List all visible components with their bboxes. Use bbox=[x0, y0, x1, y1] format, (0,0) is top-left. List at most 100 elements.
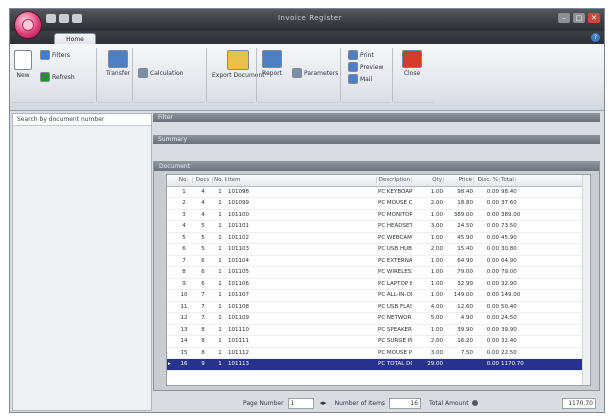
close-button[interactable]: Close bbox=[402, 50, 422, 77]
transfer-icon bbox=[108, 50, 129, 68]
table-cell: PC MOUSE PAD ERGONOMIC bbox=[378, 349, 412, 356]
page-nav-arrows-icon[interactable]: ◂▸ bbox=[320, 399, 327, 407]
report-button[interactable]: Report bbox=[262, 50, 282, 77]
table-cell: 1 bbox=[218, 338, 222, 345]
qat-save-icon[interactable] bbox=[46, 14, 56, 23]
ribbon-button-label: Refresh bbox=[52, 73, 75, 81]
table-cell: 79.00 bbox=[457, 269, 473, 276]
table-cell: 101104 bbox=[228, 257, 249, 264]
table-row[interactable]: 6 5 1 101103 PC USB HUB 4 PORT 3.0 2.00 15.40 0… bbox=[167, 244, 590, 256]
table-cell: 8 bbox=[201, 326, 205, 333]
mail-button[interactable]: Mail bbox=[348, 74, 372, 84]
table-row[interactable]: 11 7 1 101108 PC USB FLASH DRIVE 64GB 4.00 12.… bbox=[167, 302, 590, 313]
table-cell: 12.60 bbox=[457, 303, 473, 310]
app-window: Invoice Register – □ ✕ Home ? New Transfe… bbox=[9, 8, 605, 413]
column-header[interactable]: Qty bbox=[412, 177, 444, 184]
export-icon bbox=[227, 50, 250, 70]
close-window-button[interactable]: ✕ bbox=[588, 13, 600, 23]
table-cell: 37.60 bbox=[501, 200, 517, 207]
table-row[interactable]: 5 5 1 101102 PC WEBCAM HD 1080P USB 1.00 45.90… bbox=[167, 233, 590, 244]
maximize-button[interactable]: □ bbox=[573, 13, 585, 23]
table-row[interactable]: 15 8 1 101112 PC MOUSE PAD ERGONOMIC 3.00 7.50… bbox=[167, 348, 590, 359]
ribbon-button-label: New bbox=[16, 72, 30, 79]
vertical-scrollbar[interactable] bbox=[582, 175, 590, 385]
qat-redo-icon[interactable] bbox=[72, 14, 82, 23]
table-row[interactable]: 14 8 1 101111 PC SURGE PROTECTOR 6 OUTLET 2.0… bbox=[167, 336, 590, 348]
transfer-button[interactable]: Transfer bbox=[106, 50, 130, 77]
table-cell: 4.00 bbox=[430, 303, 443, 310]
table-row[interactable]: 4 5 1 101101 PC HEADSET STEREO WITH MIC 3.00 2… bbox=[167, 221, 590, 233]
qat-undo-icon[interactable] bbox=[59, 14, 69, 23]
minimize-button[interactable]: – bbox=[558, 13, 570, 23]
parameters-button[interactable]: Parameters bbox=[292, 68, 338, 78]
section-bar-filter[interactable]: Filter bbox=[153, 113, 600, 122]
table-cell: 16 bbox=[180, 361, 188, 368]
table-cell: PC WEBCAM HD 1080P USB bbox=[378, 234, 412, 241]
column-header[interactable]: No. Itm bbox=[213, 177, 227, 184]
item-count-field: 16 bbox=[389, 397, 422, 409]
search-pane-header[interactable]: Search by document number bbox=[13, 114, 151, 126]
table-cell: 101108 bbox=[228, 303, 249, 310]
table-cell: 5.00 bbox=[430, 315, 443, 322]
new-button[interactable]: New bbox=[14, 50, 32, 79]
table-row[interactable]: 961101106PC LAPTOP BAG 15.61.0032.900.00… bbox=[167, 279, 590, 290]
ribbon-separator bbox=[96, 48, 97, 102]
column-header[interactable]: Item bbox=[227, 177, 377, 184]
ribbon-button-label: Report bbox=[262, 70, 282, 77]
table-cell: 0.00 bbox=[486, 280, 499, 287]
refresh-icon bbox=[40, 72, 50, 82]
table-cell: 1.00 bbox=[430, 280, 443, 287]
table-row[interactable]: 1381101110PC SPEAKERS 2.1 SET1.0039.900.… bbox=[167, 325, 590, 336]
print-icon bbox=[348, 50, 358, 60]
table-cell: 1.00 bbox=[430, 269, 443, 276]
table-cell: 98.40 bbox=[457, 188, 473, 195]
table-row[interactable]: 12 7 1 101109 PC NETWORK CABLE CAT6 5M 5.00 4.… bbox=[167, 313, 590, 325]
table-cell: 1 bbox=[218, 315, 222, 322]
table-cell: 101113 bbox=[228, 361, 249, 368]
table-cell: 4 bbox=[201, 211, 205, 218]
table-cell: 1 bbox=[218, 303, 222, 310]
column-header[interactable]: Total bbox=[500, 177, 516, 184]
ribbon-separator bbox=[392, 48, 393, 102]
table-cell: 101102 bbox=[228, 234, 249, 241]
table-cell: 7 bbox=[201, 292, 205, 299]
page-number-field[interactable]: 1 bbox=[287, 397, 314, 409]
table-row[interactable]: 1 4 1 101098 PC KEYBOARD USB 2.0 - BLACK 1.00… bbox=[167, 187, 590, 198]
section-bar-summary[interactable]: Summary bbox=[153, 135, 600, 144]
preview-button[interactable]: Preview bbox=[348, 62, 383, 72]
calculation-button[interactable]: Calculation bbox=[138, 68, 183, 78]
table-cell: 6 bbox=[201, 257, 205, 264]
table-row[interactable]: 2 4 1 101099 PC MOUSE OPTICAL 3 BUTTON 2.00 18… bbox=[167, 198, 590, 210]
total-amount-label: Total Amount bbox=[429, 399, 469, 407]
table-row[interactable]: 7 6 1 101104 PC EXTERNAL HDD 1TB PORTABLE US… bbox=[167, 256, 590, 267]
row-indicator: ▸ bbox=[168, 361, 171, 368]
table-cell: PC SPEAKERS 2.1 SET bbox=[378, 326, 412, 333]
table-cell: 6 bbox=[201, 269, 205, 276]
filters-button[interactable]: Filters bbox=[40, 50, 70, 60]
column-header[interactable]: Docs bbox=[193, 177, 213, 184]
ribbon-group-divider bbox=[394, 102, 434, 110]
column-header[interactable]: Price bbox=[444, 177, 474, 184]
table-cell: 101103 bbox=[228, 246, 249, 253]
table-cell: 0.00 bbox=[486, 315, 499, 322]
table-row-selected[interactable]: ▸ 16 9 1 101113 PC TOTAL DOCUMENT VALUE 29.00 0… bbox=[167, 359, 590, 371]
table-cell: 6 bbox=[182, 246, 186, 253]
application-menu-button[interactable] bbox=[14, 11, 42, 39]
table-cell: 0.00 bbox=[486, 361, 499, 368]
refresh-button[interactable]: Refresh bbox=[40, 72, 75, 82]
items-grid: No.DocsNo. ItmItemDescriptionQtyPriceDis… bbox=[166, 174, 591, 386]
table-cell: PC MOUSE OPTICAL 3 BUTTON bbox=[378, 200, 412, 207]
table-row[interactable]: 8 6 1 101105 PC WIRELESS ROUTER DUAL BAND 1.0… bbox=[167, 267, 590, 279]
table-cell: 39.90 bbox=[501, 326, 517, 333]
table-cell: 0.00 bbox=[486, 257, 499, 264]
print-button[interactable]: Print bbox=[348, 50, 374, 60]
column-header[interactable]: Disc. % bbox=[474, 177, 500, 184]
help-icon[interactable]: ? bbox=[591, 33, 600, 42]
table-cell: 101106 bbox=[228, 280, 249, 287]
table-cell: 101107 bbox=[228, 292, 249, 299]
column-header[interactable]: No. bbox=[175, 177, 193, 184]
column-header[interactable]: Description bbox=[377, 177, 412, 184]
table-row[interactable]: 10 7 1 101107 PC ALL-IN-ONE PRINTER WIFI 1.00… bbox=[167, 290, 590, 302]
ribbon-button-label: Mail bbox=[360, 75, 373, 83]
table-row[interactable]: 3 4 1 101100 PC MONITOR 22 INCH LED 1.00 389.0… bbox=[167, 210, 590, 221]
